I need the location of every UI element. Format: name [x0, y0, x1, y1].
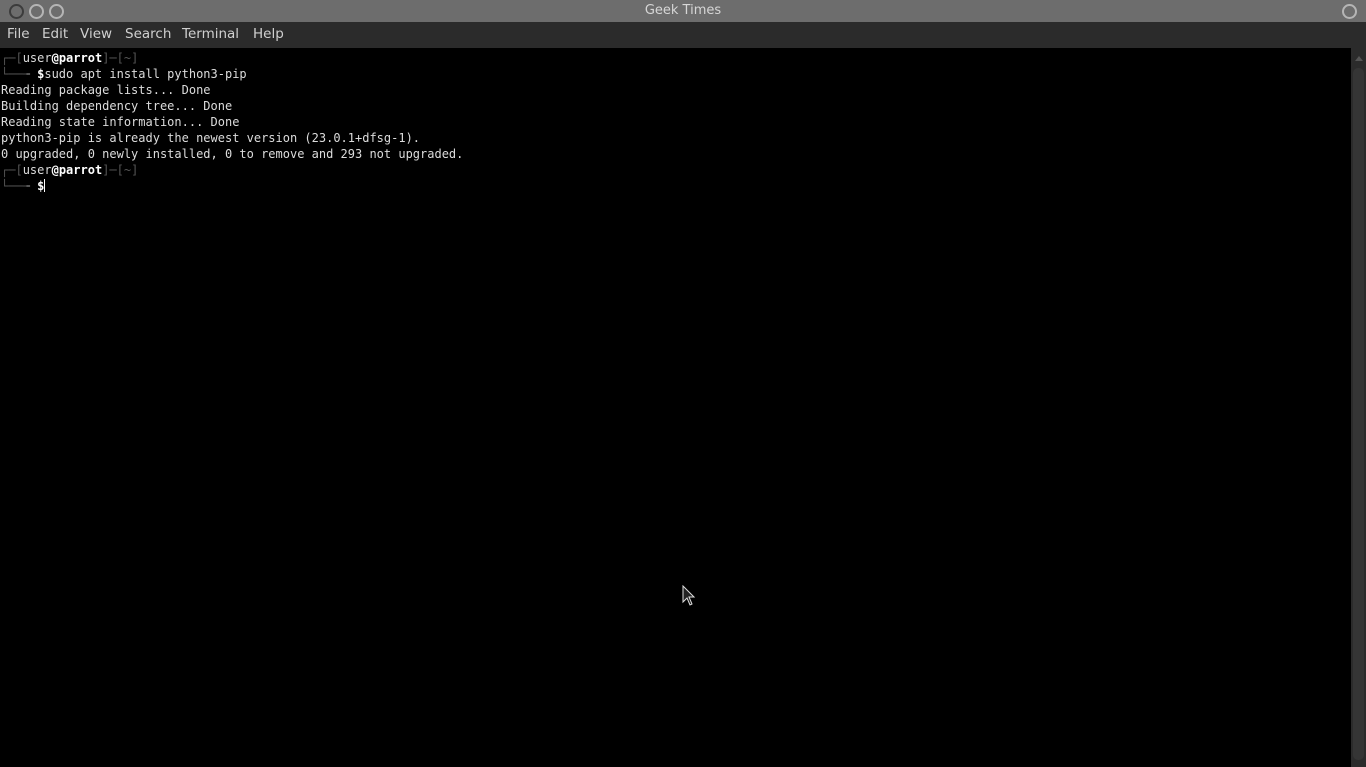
- menu-file[interactable]: File: [7, 22, 30, 48]
- output-line: python3-pip is already the newest versio…: [1, 131, 421, 145]
- menu-view[interactable]: View: [80, 22, 112, 48]
- prompt-at: @: [51, 163, 59, 177]
- prompt-header: ┌─[user@parrot]─[~]: [1, 163, 139, 177]
- window-title: Geek Times: [644, 3, 722, 18]
- menu-bar: File Edit View Search Terminal Help: [0, 22, 1366, 48]
- prompt-header: ┌─[user@parrot]─[~]: [1, 51, 139, 65]
- prompt-symbol: $: [37, 179, 45, 193]
- output-line: Reading state information... Done: [1, 115, 240, 129]
- output-line: Reading package lists... Done: [1, 83, 211, 97]
- vertical-scrollbar[interactable]: [1351, 48, 1366, 767]
- menu-search[interactable]: Search: [125, 22, 171, 48]
- command-text: sudo apt install python3-pip: [44, 67, 247, 81]
- prompt-user: user: [22, 51, 52, 65]
- prompt-at: @: [51, 51, 59, 65]
- command-line: └──╼ $sudo apt install python3-pip: [1, 67, 247, 81]
- command-line[interactable]: └──╼ $: [1, 178, 46, 194]
- output-line: 0 upgraded, 0 newly installed, 0 to remo…: [1, 147, 464, 161]
- prompt-host: parrot: [58, 163, 103, 177]
- window-menu-button[interactable]: [1342, 4, 1357, 19]
- scrollbar-thumb[interactable]: [1353, 68, 1364, 760]
- output-line: Building dependency tree... Done: [1, 99, 233, 113]
- menu-help[interactable]: Help: [253, 22, 284, 48]
- menu-edit[interactable]: Edit: [42, 22, 68, 48]
- mouse-pointer-icon: [682, 585, 696, 606]
- title-bar: Geek Times: [0, 0, 1366, 22]
- terminal-output[interactable]: ┌─[user@parrot]─[~] └──╼ $sudo apt insta…: [0, 48, 1351, 767]
- prompt-user: user: [22, 163, 52, 177]
- text-cursor: [44, 179, 46, 192]
- prompt-host: parrot: [58, 51, 103, 65]
- scroll-up-arrow-icon[interactable]: [1355, 56, 1363, 61]
- menu-terminal[interactable]: Terminal: [182, 22, 239, 48]
